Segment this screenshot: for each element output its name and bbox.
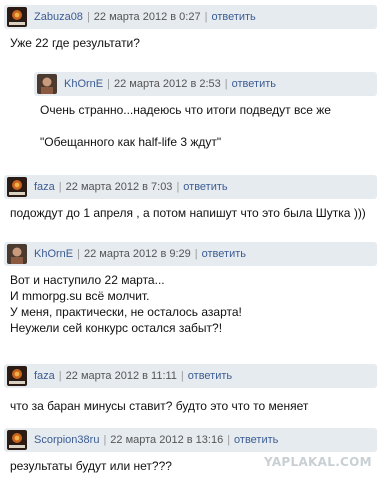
separator: | xyxy=(224,78,228,90)
comment-date: 22 марта 2012 в 13:16 xyxy=(110,434,224,446)
separator: | xyxy=(103,434,107,446)
separator: | xyxy=(194,248,198,260)
comment-text-line: Очень странно...надеюсь что итоги подвед… xyxy=(40,103,331,117)
mmorpg-logo-icon xyxy=(7,430,27,450)
avatar[interactable] xyxy=(7,177,27,197)
comment-text-line: И mmorpg.su всё молчит. xyxy=(10,289,150,303)
comment-text-line: что за баран минусы ставит? будто это чт… xyxy=(10,399,309,413)
comments-page: Zabuza08 | 22 марта 2012 в 0:27 | ответи… xyxy=(0,0,381,493)
separator: | xyxy=(176,181,180,193)
comment-username[interactable]: KhOrnE xyxy=(64,78,103,90)
comment-date: 22 марта 2012 в 2:53 xyxy=(114,78,221,90)
comment: faza | 22 марта 2012 в 11:11 | ответить … xyxy=(4,364,377,414)
reply-link[interactable]: ответить xyxy=(211,11,255,23)
user-photo-icon xyxy=(37,74,57,94)
comment-body: подождут до 1 апреля , а потом напишут ч… xyxy=(4,199,377,221)
comment-username[interactable]: Zabuza08 xyxy=(34,11,83,23)
comment-body: Очень странно...надеюсь что итоги подвед… xyxy=(34,96,377,150)
comment-username[interactable]: faza xyxy=(34,370,55,382)
comment-body: Уже 22 где результати? xyxy=(4,29,377,51)
separator: | xyxy=(180,370,184,382)
avatar[interactable] xyxy=(7,7,27,27)
comment-header: faza | 22 марта 2012 в 11:11 | ответить xyxy=(4,364,377,388)
comment-text-line: "Обещанного как half-life 3 ждут" xyxy=(40,135,222,149)
comment: KhOrnE | 22 марта 2012 в 9:29 | ответить… xyxy=(4,242,377,336)
separator: | xyxy=(58,181,62,193)
comment: KhOrnE | 22 марта 2012 в 2:53 | ответить… xyxy=(34,72,377,150)
comment-body: что за баран минусы ставит? будто это чт… xyxy=(4,388,377,414)
comment-header: KhOrnE | 22 марта 2012 в 2:53 | ответить xyxy=(34,72,377,96)
separator: | xyxy=(107,78,110,90)
separator: | xyxy=(227,434,231,446)
reply-link[interactable]: ответить xyxy=(234,434,278,446)
comment-header: KhOrnE | 22 марта 2012 в 9:29 | ответить xyxy=(4,242,377,266)
avatar[interactable] xyxy=(7,366,27,386)
avatar[interactable] xyxy=(7,430,27,450)
separator: | xyxy=(204,11,208,23)
comment-header: Zabuza08 | 22 марта 2012 в 0:27 | ответи… xyxy=(4,5,377,29)
avatar[interactable] xyxy=(7,244,27,264)
mmorpg-logo-icon xyxy=(7,366,27,386)
watermark: YAPLAKAL.COM xyxy=(264,455,372,469)
comment: Zabuza08 | 22 марта 2012 в 0:27 | ответи… xyxy=(4,5,377,51)
mmorpg-logo-icon xyxy=(7,7,27,27)
comment-username[interactable]: faza xyxy=(34,181,55,193)
mmorpg-logo-icon xyxy=(7,177,27,197)
comment-username[interactable]: KhOrnE xyxy=(34,248,73,260)
comment-text-line: Неужели сей конкурс остался забыт?! xyxy=(10,321,223,335)
comment-header: faza | 22 марта 2012 в 7:03 | ответить xyxy=(4,175,377,199)
comment-date: 22 марта 2012 в 9:29 xyxy=(84,248,191,260)
separator: | xyxy=(77,248,80,260)
comment-date: 22 марта 2012 в 7:03 xyxy=(65,181,173,193)
comment-body: Вот и наступило 22 марта... И mmorpg.su … xyxy=(4,266,377,336)
comment-text-line: Вот и наступило 22 марта... xyxy=(10,273,165,287)
comment-header: Scorpion38ru | 22 марта 2012 в 13:16 | о… xyxy=(4,428,377,452)
comment-text-line xyxy=(40,118,377,134)
user-photo-icon xyxy=(7,244,27,264)
comment-text-line: подождут до 1 апреля , а потом напишут ч… xyxy=(10,206,366,220)
reply-link[interactable]: ответить xyxy=(188,370,232,382)
reply-link[interactable]: ответить xyxy=(202,248,246,260)
comment-text-line: У меня, практически, не осталось азарта! xyxy=(10,305,242,319)
reply-link[interactable]: ответить xyxy=(232,78,276,90)
comment: faza | 22 марта 2012 в 7:03 | ответить п… xyxy=(4,175,377,221)
avatar[interactable] xyxy=(37,74,57,94)
reply-link[interactable]: ответить xyxy=(183,181,227,193)
comment-date: 22 марта 2012 в 0:27 xyxy=(93,11,201,23)
comment-text-line: Уже 22 где результати? xyxy=(10,36,140,50)
separator: | xyxy=(58,370,62,382)
comment-username[interactable]: Scorpion38ru xyxy=(34,434,99,446)
separator: | xyxy=(86,11,90,23)
comment-date: 22 марта 2012 в 11:11 xyxy=(65,370,177,382)
